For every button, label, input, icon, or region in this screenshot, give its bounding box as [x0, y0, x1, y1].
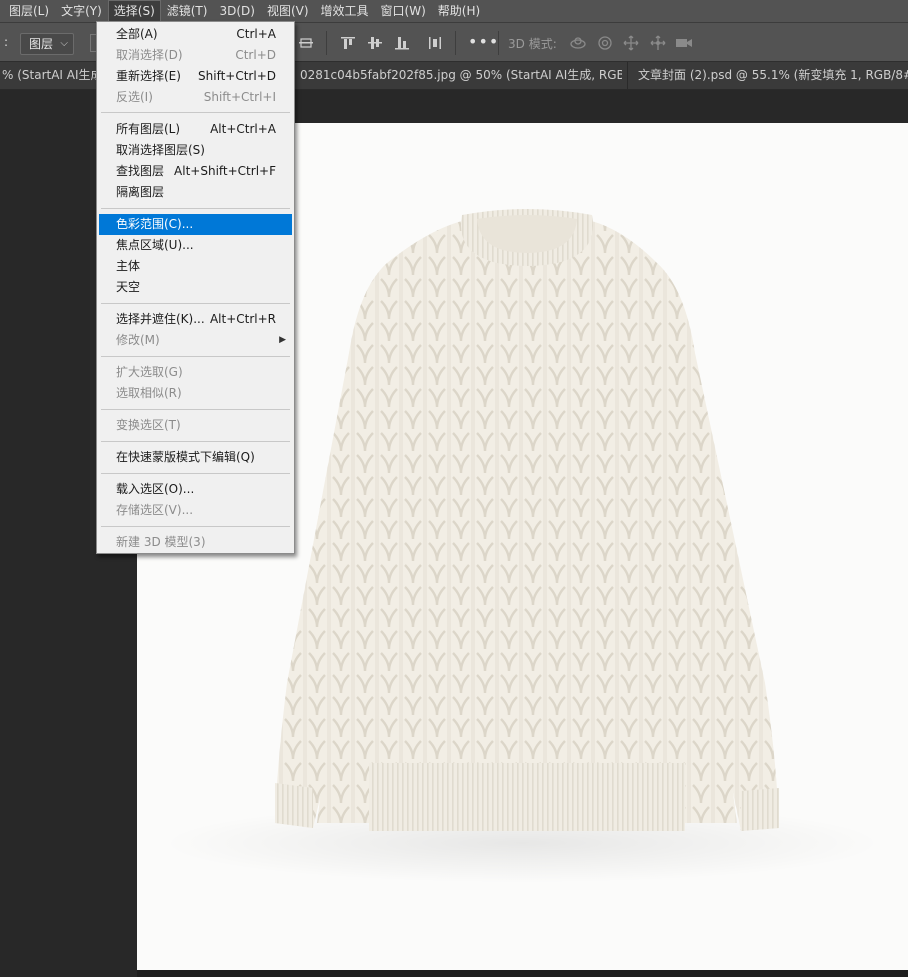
menu-separator	[101, 526, 290, 527]
auto-select-value: 图层	[29, 37, 54, 51]
document-tab[interactable]: % (StartAI AI生成 多	[0, 62, 96, 90]
menu-item-label: 全部(A)	[116, 27, 158, 41]
align-bottom-icon[interactable]	[392, 33, 412, 53]
canvas-edge	[137, 970, 908, 977]
slide-3d-icon[interactable]	[648, 33, 668, 53]
menu-item-label: 选择并遮住(K)...	[116, 312, 205, 326]
menu-item-shortcut: Shift+Ctrl+I	[203, 90, 276, 104]
menu-item-label: 主体	[116, 259, 141, 273]
menu-item-label: 查找图层	[116, 164, 165, 178]
menu-item-deselect[interactable]: 取消选择(D) Ctrl+D	[99, 45, 292, 66]
menu-item-select-and-mask[interactable]: 选择并遮住(K)... Alt+Ctrl+R	[99, 309, 292, 330]
auto-select-dropdown[interactable]: 图层 ⌵	[20, 33, 74, 55]
menu-item-label: 在快速蒙版模式下编辑(Q)	[116, 450, 255, 464]
document-tab[interactable]: 文章封面 (2).psd @ 55.1% (新变填充 1, RGB/8#) * …	[627, 62, 908, 90]
menu-item-label: 存储选区(V)...	[116, 503, 194, 517]
photoshop-window: 图层(L) 文字(Y) 选择(S) 滤镜(T) 3D(D) 视图(V) 增效工具…	[0, 0, 908, 977]
menu-item-label: 取消选择(D)	[116, 48, 183, 62]
menu-layer[interactable]: 图层(L)	[3, 0, 55, 22]
menu-select[interactable]: 选择(S)	[107, 0, 161, 22]
separator	[455, 31, 456, 55]
distribute-icon[interactable]	[425, 33, 445, 53]
tab-title: 0281c04b5fabf202f85.jpg @ 50% (StartAI A…	[300, 68, 622, 82]
chevron-down-icon: ⌵	[60, 38, 68, 49]
menu-item-focus-area[interactable]: 焦点区域(U)...	[99, 235, 292, 256]
separator	[498, 31, 499, 55]
menu-filter[interactable]: 滤镜(T)	[161, 0, 214, 22]
align-vertical-center-icon[interactable]	[365, 33, 385, 53]
menu-separator	[101, 208, 290, 209]
menu-item-label: 色彩范围(C)...	[116, 217, 194, 231]
menu-item-reselect[interactable]: 重新选择(E) Shift+Ctrl+D	[99, 66, 292, 87]
menu-separator	[101, 409, 290, 410]
more-options-icon[interactable]: •••	[468, 32, 499, 51]
menu-bar: 图层(L) 文字(Y) 选择(S) 滤镜(T) 3D(D) 视图(V) 增效工具…	[0, 0, 908, 22]
menu-separator	[101, 356, 290, 357]
options-label: :	[4, 35, 9, 49]
menu-type[interactable]: 文字(Y)	[55, 0, 108, 22]
menu-separator	[101, 303, 290, 304]
menu-item-label: 载入选区(O)...	[116, 482, 195, 496]
menu-item-deselect-layers[interactable]: 取消选择图层(S)	[99, 140, 292, 161]
menu-separator	[101, 473, 290, 474]
menu-item-transform-selection[interactable]: 变换选区(T)	[99, 415, 292, 436]
roll-3d-icon[interactable]	[595, 33, 615, 53]
menu-item-color-range[interactable]: 色彩范围(C)...	[99, 214, 292, 235]
menu-item-shortcut: Shift+Ctrl+D	[198, 69, 276, 83]
menu-item-quick-mask[interactable]: 在快速蒙版模式下编辑(Q)	[99, 447, 292, 468]
menu-item-label: 选取相似(R)	[116, 386, 182, 400]
menu-item-shortcut: Alt+Shift+Ctrl+F	[174, 164, 276, 178]
menu-item-isolate-layers[interactable]: 隔离图层	[99, 182, 292, 203]
menu-3d[interactable]: 3D(D)	[213, 0, 260, 22]
align-top-icon[interactable]	[338, 33, 358, 53]
drag-3d-icon[interactable]	[621, 33, 641, 53]
menu-item-save-selection[interactable]: 存储选区(V)...	[99, 500, 292, 521]
menu-item-new-3d-model[interactable]: 新建 3D 模型(3)	[99, 532, 292, 553]
menu-item-all-layers[interactable]: 所有图层(L) Alt+Ctrl+A	[99, 119, 292, 140]
menu-item-grow[interactable]: 扩大选取(G)	[99, 362, 292, 383]
menu-item-label: 所有图层(L)	[116, 122, 181, 136]
align-middle-icon[interactable]	[296, 33, 316, 53]
menu-item-find-layers[interactable]: 查找图层 Alt+Shift+Ctrl+F	[99, 161, 292, 182]
menu-item-label: 隔离图层	[116, 185, 165, 199]
menu-separator	[101, 112, 290, 113]
menu-window[interactable]: 窗口(W)	[375, 0, 432, 22]
submenu-arrow-icon: ▶	[279, 335, 286, 345]
menu-item-shortcut: Alt+Ctrl+A	[210, 122, 276, 136]
tab-title: % (StartAI AI生成 多	[2, 68, 96, 82]
menu-item-inverse[interactable]: 反选(I) Shift+Ctrl+I	[99, 87, 292, 108]
menu-item-label: 变换选区(T)	[116, 418, 181, 432]
menu-help[interactable]: 帮助(H)	[432, 0, 486, 22]
menu-item-modify[interactable]: 修改(M) ▶	[99, 330, 292, 351]
menu-item-subject[interactable]: 主体	[99, 256, 292, 277]
menu-item-label: 修改(M)	[116, 333, 160, 347]
menu-item-shortcut: Alt+Ctrl+R	[209, 312, 276, 326]
menu-item-label: 焦点区域(U)...	[116, 238, 194, 252]
select-menu-dropdown: 全部(A) Ctrl+A 取消选择(D) Ctrl+D 重新选择(E) Shift+C…	[96, 21, 295, 554]
menu-plugins[interactable]: 增效工具	[315, 0, 375, 22]
menu-item-load-selection[interactable]: 载入选区(O)...	[99, 479, 292, 500]
menu-separator	[101, 441, 290, 442]
menu-item-label: 扩大选取(G)	[116, 365, 183, 379]
menu-item-label: 取消选择图层(S)	[116, 143, 205, 157]
scale-3d-camera-icon[interactable]	[674, 33, 694, 53]
menu-item-sky[interactable]: 天空	[99, 277, 292, 298]
menu-item-shortcut: Ctrl+A	[236, 27, 276, 41]
menu-item-label: 天空	[116, 280, 141, 294]
tab-title: 文章封面 (2).psd @ 55.1% (新变填充 1, RGB/8#) *	[638, 68, 908, 82]
document-tab[interactable]: 0281c04b5fabf202f85.jpg @ 50% (StartAI A…	[296, 62, 622, 90]
menu-view[interactable]: 视图(V)	[261, 0, 315, 22]
separator	[326, 31, 327, 55]
menu-item-similar[interactable]: 选取相似(R)	[99, 383, 292, 404]
menu-item-shortcut: Ctrl+D	[235, 48, 276, 62]
orbit-3d-icon[interactable]	[568, 33, 588, 53]
menu-item-label: 反选(I)	[116, 90, 153, 104]
menu-item-label: 新建 3D 模型(3)	[116, 535, 206, 549]
menu-item-select-all[interactable]: 全部(A) Ctrl+A	[99, 24, 292, 45]
3d-mode-label: 3D 模式:	[508, 37, 557, 51]
menu-item-label: 重新选择(E)	[116, 69, 181, 83]
